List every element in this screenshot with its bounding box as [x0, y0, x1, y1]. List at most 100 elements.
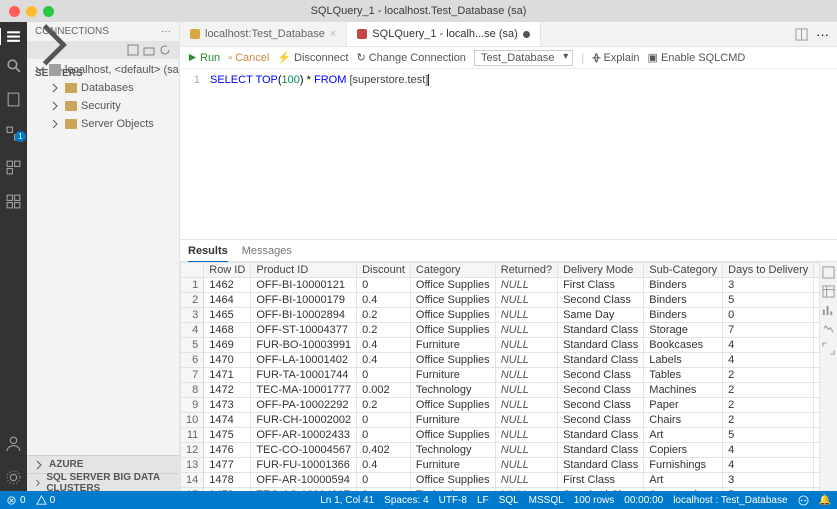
- status-connection[interactable]: localhost : Test_Database: [673, 495, 787, 506]
- activity-item[interactable]: [5, 193, 22, 215]
- cell[interactable]: Second Class: [558, 413, 644, 428]
- cell[interactable]: FUR-BO-10003991: [251, 338, 357, 353]
- status-notifications[interactable]: 🔔: [819, 495, 831, 506]
- cell[interactable]: OFF-AR-10002433: [251, 428, 357, 443]
- cell[interactable]: 0: [357, 428, 411, 443]
- cell[interactable]: 1469: [204, 338, 251, 353]
- cell[interactable]: 0: [357, 278, 411, 293]
- table-row[interactable]: 21464OFF-BI-100001790.4Office SuppliesNU…: [181, 293, 820, 308]
- cell[interactable]: 1472: [204, 383, 251, 398]
- more-actions-icon[interactable]: ···: [816, 27, 829, 42]
- column-header[interactable]: Returned?: [495, 263, 557, 278]
- cell[interactable]: 0: [357, 473, 411, 488]
- status-mssql[interactable]: MSSQL: [529, 495, 564, 506]
- cell[interactable]: NULL: [495, 293, 557, 308]
- disconnect-button[interactable]: ⚡ Disconnect: [277, 51, 348, 64]
- activity-search[interactable]: [5, 57, 22, 79]
- cell[interactable]: Binders: [644, 293, 723, 308]
- cell[interactable]: NULL: [495, 278, 557, 293]
- cell[interactable]: 3: [723, 473, 814, 488]
- cell[interactable]: Tables: [644, 368, 723, 383]
- editor-tab[interactable]: SQLQuery_1 - localh...se (sa): [347, 22, 541, 46]
- save-excel-icon[interactable]: [822, 285, 835, 298]
- cell[interactable]: 5: [723, 428, 814, 443]
- table-row[interactable]: 71471FUR-TA-100017440FurnitureNULLSecond…: [181, 368, 820, 383]
- cell[interactable]: Binders: [644, 308, 723, 323]
- column-header[interactable]: Delivery Mode: [558, 263, 644, 278]
- zoom-window[interactable]: [43, 6, 54, 17]
- cell[interactable]: 0.4: [357, 338, 411, 353]
- cell[interactable]: Art: [644, 428, 723, 443]
- more-icon[interactable]: ···: [161, 26, 171, 37]
- cell[interactable]: 2: [723, 368, 814, 383]
- cell[interactable]: 0.2: [357, 398, 411, 413]
- cell[interactable]: 0.4: [357, 293, 411, 308]
- table-row[interactable]: 41468OFF-ST-100043770.2Office SuppliesNU…: [181, 323, 820, 338]
- cell[interactable]: 1471: [204, 368, 251, 383]
- database-select[interactable]: Test_Database: [474, 50, 573, 66]
- column-header[interactable]: Category: [410, 263, 495, 278]
- cell[interactable]: NULL: [495, 383, 557, 398]
- status-lang[interactable]: SQL: [499, 495, 519, 506]
- cell[interactable]: 1476: [204, 443, 251, 458]
- cancel-button[interactable]: ▫ Cancel: [228, 52, 269, 64]
- cell[interactable]: 1477: [204, 458, 251, 473]
- activity-extensions[interactable]: [5, 159, 22, 181]
- cell[interactable]: Second Class: [558, 398, 644, 413]
- cell[interactable]: 0.002: [357, 383, 411, 398]
- cell[interactable]: Office Supplies: [410, 308, 495, 323]
- status-errors[interactable]: 0: [6, 495, 26, 506]
- cell[interactable]: 1474: [204, 413, 251, 428]
- cell[interactable]: 1464: [204, 293, 251, 308]
- cell[interactable]: Office Supplies: [410, 278, 495, 293]
- table-row[interactable]: 101474FUR-CH-100020020FurnitureNULLSecon…: [181, 413, 820, 428]
- cell[interactable]: Furniture: [410, 458, 495, 473]
- cell[interactable]: 4: [723, 338, 814, 353]
- cell[interactable]: OFF-ST-10004377: [251, 323, 357, 338]
- cell[interactable]: NULL: [495, 308, 557, 323]
- cell[interactable]: 5: [723, 293, 814, 308]
- tree-folder[interactable]: Databases: [27, 79, 179, 97]
- cell[interactable]: Standard Class: [558, 443, 644, 458]
- enable-sqlcmd-button[interactable]: ▣ Enable SQLCMD: [648, 51, 746, 64]
- cell[interactable]: NULL: [495, 413, 557, 428]
- cell[interactable]: Same Day: [558, 308, 644, 323]
- cell[interactable]: OFF-LA-10001402: [251, 353, 357, 368]
- activity-connections[interactable]: [0, 28, 26, 45]
- cell[interactable]: NULL: [495, 443, 557, 458]
- tab-messages[interactable]: Messages: [242, 241, 292, 261]
- server-node[interactable]: localhost, <default> (sa): [27, 61, 179, 79]
- column-header[interactable]: Product ID: [251, 263, 357, 278]
- cell[interactable]: Bookcases: [644, 338, 723, 353]
- column-header[interactable]: Sub-Category: [644, 263, 723, 278]
- table-row[interactable]: 131477FUR-FU-100013660.4FurnitureNULLSta…: [181, 458, 820, 473]
- table-row[interactable]: 121476TEC-CO-100045670.402TechnologyNULL…: [181, 443, 820, 458]
- cell[interactable]: 1468: [204, 323, 251, 338]
- column-header[interactable]: Segment: [814, 263, 819, 278]
- activity-settings[interactable]: [5, 469, 22, 491]
- cell[interactable]: NULL: [495, 353, 557, 368]
- cell[interactable]: NULL: [495, 323, 557, 338]
- cell[interactable]: Standard Class: [558, 353, 644, 368]
- cell[interactable]: Second Class: [558, 368, 644, 383]
- table-row[interactable]: 91473OFF-PA-100022920.2Office SuppliesNU…: [181, 398, 820, 413]
- cell[interactable]: Machines: [644, 383, 723, 398]
- refresh-icon[interactable]: [159, 44, 171, 56]
- cell[interactable]: Paper: [644, 398, 723, 413]
- cell[interactable]: 1470: [204, 353, 251, 368]
- explain-button[interactable]: ᚖ Explain: [592, 51, 639, 64]
- table-row[interactable]: 11462OFF-BI-100001210Office SuppliesNULL…: [181, 278, 820, 293]
- maximize-icon[interactable]: [822, 342, 835, 355]
- column-header[interactable]: [181, 263, 204, 278]
- status-warnings[interactable]: 0: [36, 495, 56, 506]
- cell[interactable]: 0: [357, 413, 411, 428]
- cell[interactable]: Technology: [410, 383, 495, 398]
- cell[interactable]: 1462: [204, 278, 251, 293]
- chart-icon[interactable]: [822, 304, 835, 317]
- cell[interactable]: OFF-AR-10000594: [251, 473, 357, 488]
- cell[interactable]: 1478: [204, 473, 251, 488]
- run-button[interactable]: Run: [188, 52, 220, 64]
- activity-source-control[interactable]: [5, 125, 22, 147]
- activity-notebooks[interactable]: [5, 91, 22, 113]
- cell[interactable]: Standard Class: [558, 428, 644, 443]
